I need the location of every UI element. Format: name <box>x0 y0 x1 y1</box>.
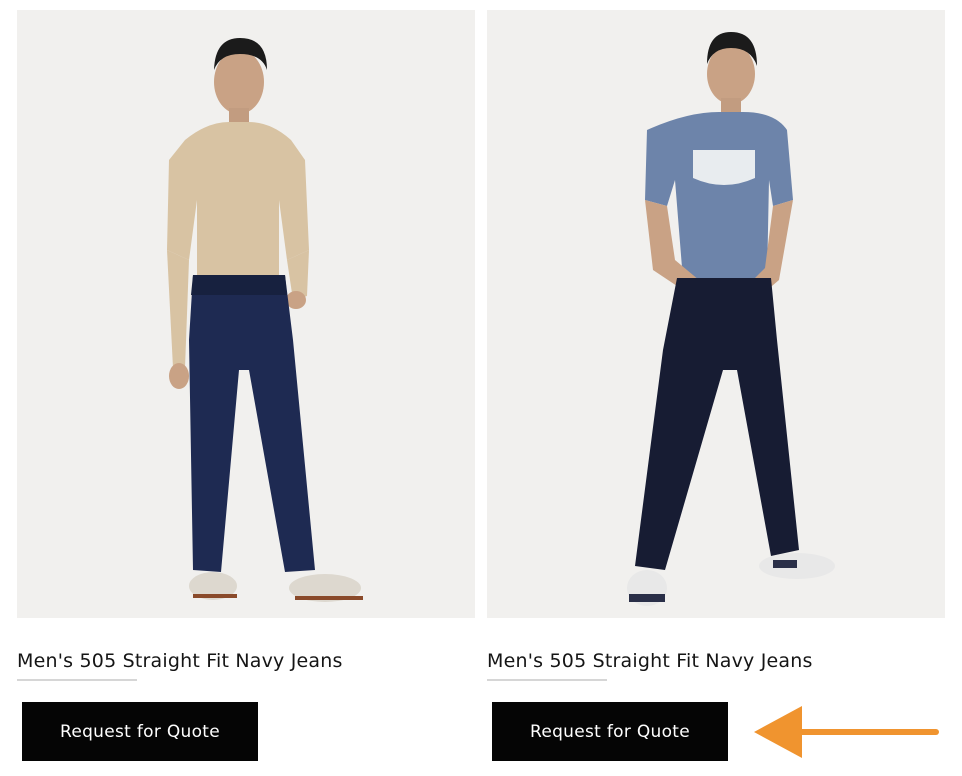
product-card: Men's 505 Straight Fit Navy Jeans Reques… <box>487 10 945 761</box>
product-image[interactable] <box>17 10 475 618</box>
request-for-quote-button[interactable]: Request for Quote <box>22 702 258 761</box>
product-subtitle-clipped <box>487 677 607 681</box>
product-card: Men's 505 Straight Fit Navy Jeans Reques… <box>17 10 475 761</box>
product-image[interactable] <box>487 10 945 618</box>
request-for-quote-button[interactable]: Request for Quote <box>492 702 728 761</box>
product-subtitle-clipped <box>17 677 137 681</box>
product-title[interactable]: Men's 505 Straight Fit Navy Jeans <box>487 650 813 672</box>
orange-arrow-icon <box>754 706 939 758</box>
product-title[interactable]: Men's 505 Straight Fit Navy Jeans <box>17 650 343 672</box>
